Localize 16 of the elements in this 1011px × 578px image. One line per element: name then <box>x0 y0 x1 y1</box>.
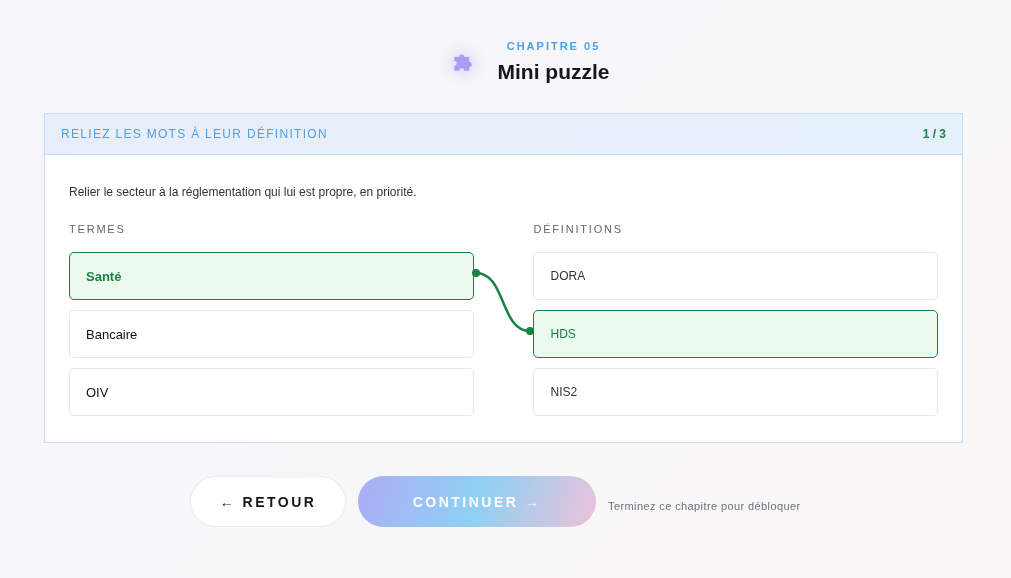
hint-text: Terminez ce chapitre pour débloquer <box>608 499 801 512</box>
column-label: DÉFINITIONS <box>533 223 624 235</box>
card-heading: RELIEZ LES MOTS À LEUR DÉFINITION <box>61 127 328 141</box>
chapter-label: CHAPITRE 05 <box>506 40 601 52</box>
term-item[interactable]: Santé <box>69 252 474 300</box>
back-button[interactable]: ← RETOUR <box>190 476 346 527</box>
term-item[interactable]: OIV <box>69 368 474 416</box>
definition-item[interactable]: HDS <box>533 310 938 358</box>
connector-line <box>471 269 534 335</box>
definition-item[interactable]: DORA <box>533 252 938 300</box>
column-label: TERMES <box>69 223 127 235</box>
term-item[interactable]: Bancaire <box>69 310 474 358</box>
definition-item[interactable]: NIS2 <box>533 368 938 416</box>
instruction-text: Relier le secteur à la réglementation qui lui est propre, en priorité. <box>69 185 418 199</box>
page-title: Mini puzzle <box>497 60 610 84</box>
progress-counter: 1 / 3 <box>922 127 946 141</box>
